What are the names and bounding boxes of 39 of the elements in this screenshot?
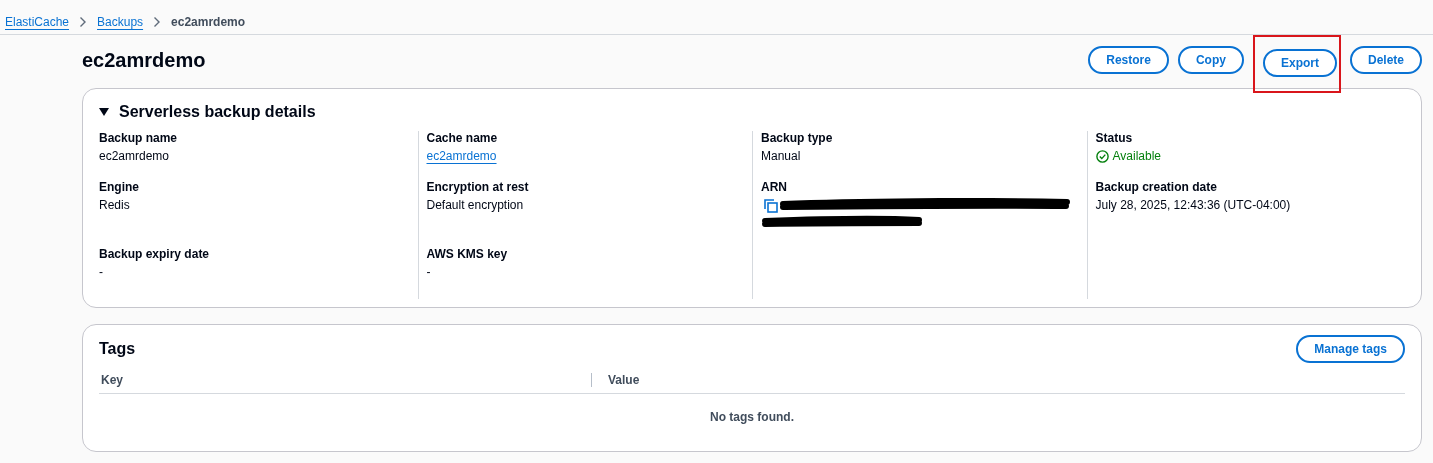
breadcrumb-link[interactable]: Backups [97, 15, 144, 29]
copy-icon [764, 199, 778, 213]
field-value: - [99, 265, 104, 279]
breadcrumb-link[interactable]: ElastiCache [5, 15, 70, 29]
field-label: AWS KMS key [426, 247, 509, 261]
action-button[interactable]: Restore [1088, 46, 1169, 74]
field-label: Encryption at rest [426, 180, 530, 194]
empty-message: No tags found. [710, 410, 794, 424]
field-label: Status [1095, 131, 1134, 145]
column-header: Key [100, 373, 124, 387]
section-title: Tags [99, 340, 136, 358]
chevron-right-icon [153, 16, 162, 28]
section-title: Serverless backup details [119, 103, 316, 121]
field-label: Engine [99, 180, 140, 194]
expand-toggle[interactable]: Serverless backup details [83, 89, 1421, 127]
field-label: Backup name [99, 131, 179, 145]
action-button[interactable]: Copy [1177, 46, 1244, 74]
field-value: July 28, 2025, 12:43:36 (UTC-04:00) [1095, 198, 1292, 212]
chevron-right-icon [79, 16, 88, 28]
field-label: Backup expiry date [99, 247, 211, 261]
manage-tags-button[interactable]: Manage tags [1296, 335, 1405, 363]
field-label: Backup creation date [1095, 180, 1218, 194]
field-value: - [426, 265, 432, 279]
action-button[interactable]: Delete [1349, 46, 1422, 74]
field-link[interactable]: ec2amrdemo [426, 149, 744, 163]
column-header: Value [591, 373, 640, 387]
breadcrumb-current: ec2amrdemo [171, 15, 246, 29]
field-value: Manual [761, 149, 802, 163]
field-value: Default encryption [426, 198, 525, 212]
field-label: Cache name [426, 131, 499, 145]
field-label: Backup type [761, 131, 834, 145]
caret-down-icon [99, 107, 109, 117]
field-value: ec2amrdemo [99, 149, 171, 163]
status-text: Available [1112, 149, 1161, 163]
page-title: ec2amrdemo [82, 48, 206, 72]
field-value: Redis [99, 198, 131, 212]
check-circle-icon [1095, 149, 1109, 163]
action-button[interactable]: Export [1262, 49, 1337, 77]
field-label: ARN [761, 180, 788, 194]
